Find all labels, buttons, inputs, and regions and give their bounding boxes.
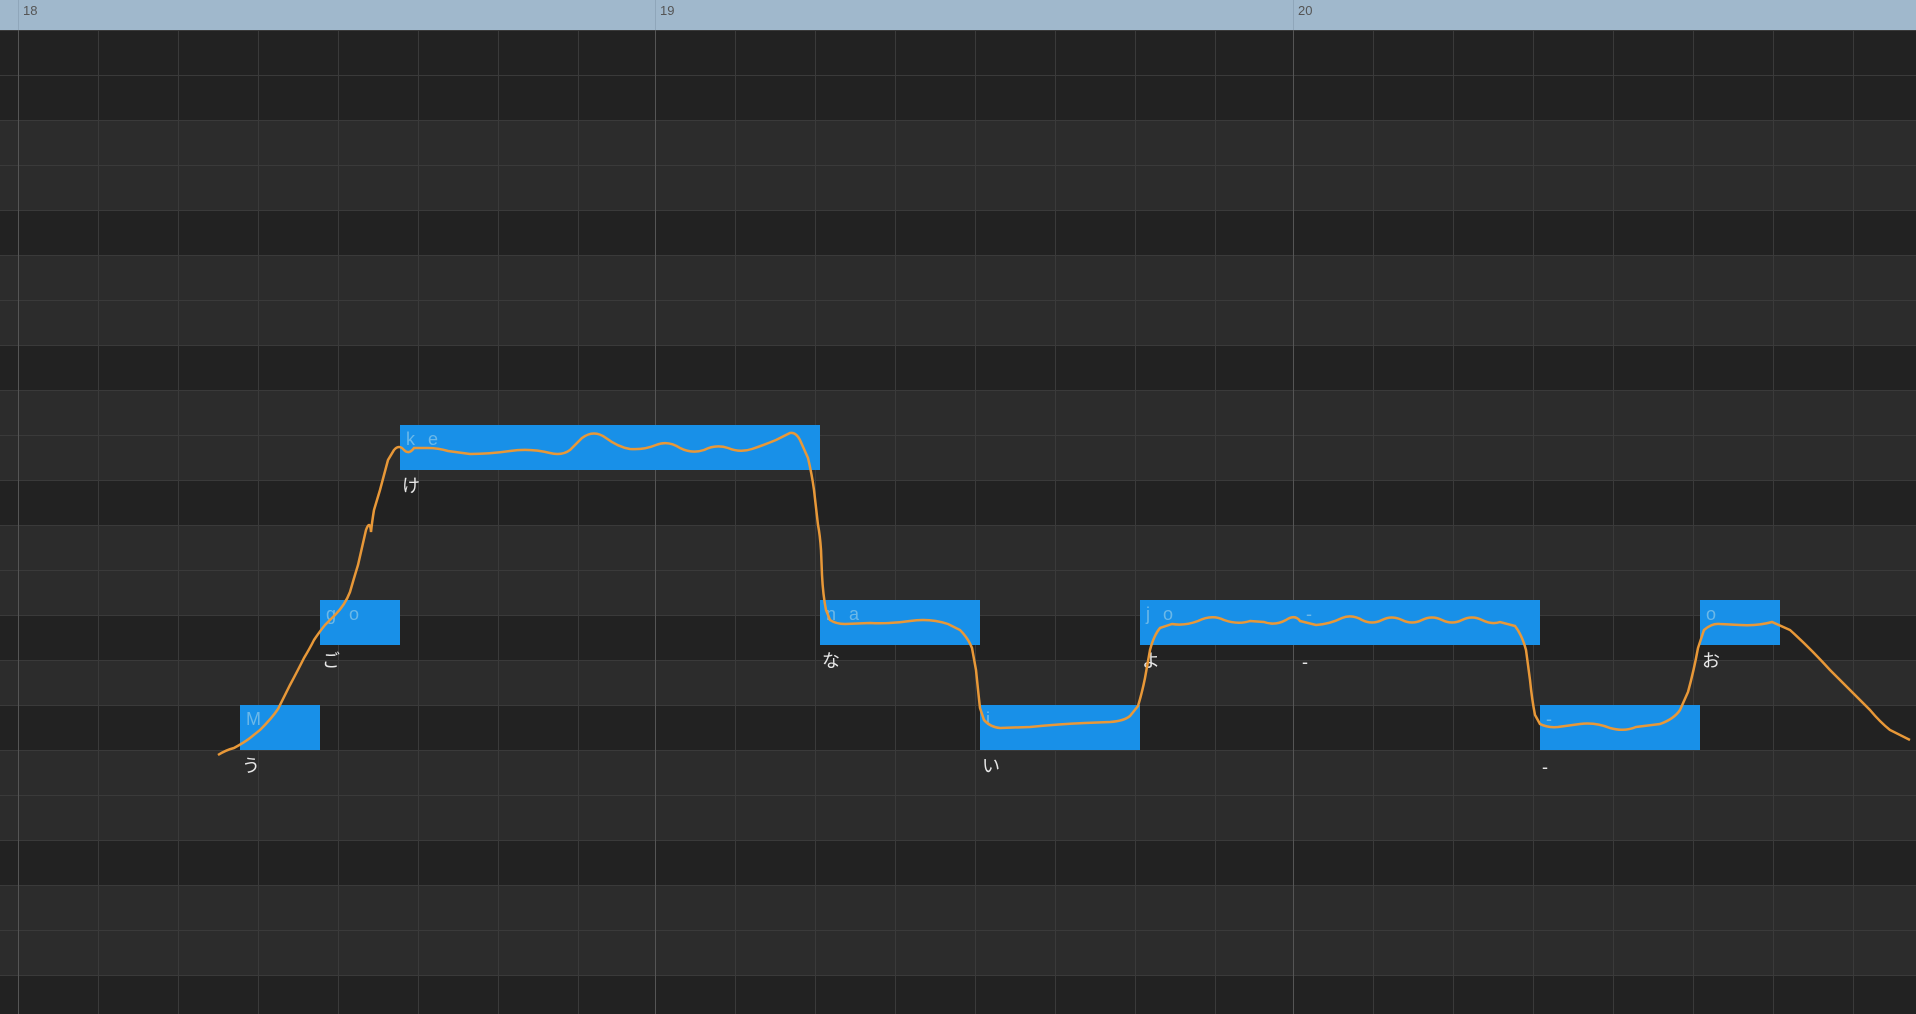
note-lyric[interactable]: - — [1302, 652, 1308, 673]
note-block[interactable]: i い — [980, 705, 1140, 750]
note-lyric[interactable]: け — [402, 472, 420, 498]
note-phoneme: - — [1306, 604, 1316, 625]
piano-row[interactable] — [0, 660, 1916, 705]
piano-row[interactable] — [0, 930, 1916, 975]
beat-line — [338, 30, 339, 1014]
note-phoneme: n a — [826, 604, 863, 625]
beat-line — [1135, 30, 1136, 1014]
note-block[interactable]: - - — [1300, 600, 1540, 645]
beat-line — [98, 30, 99, 1014]
note-phoneme: i — [986, 709, 994, 730]
beat-line — [1773, 30, 1774, 1014]
beat-line — [418, 30, 419, 1014]
note-block[interactable]: o お — [1700, 600, 1780, 645]
piano-row[interactable] — [0, 75, 1916, 120]
beat-line — [815, 30, 816, 1014]
piano-row[interactable] — [0, 255, 1916, 300]
piano-row[interactable] — [0, 300, 1916, 345]
beat-line — [1853, 30, 1854, 1014]
note-block[interactable]: n a な — [820, 600, 980, 645]
piano-row[interactable] — [0, 840, 1916, 885]
note-block[interactable]: - - — [1540, 705, 1700, 750]
beat-line — [18, 30, 19, 1014]
beat-line — [975, 30, 976, 1014]
note-phoneme: j o — [1146, 604, 1177, 625]
piano-row[interactable] — [0, 210, 1916, 255]
piano-row[interactable] — [0, 750, 1916, 795]
piano-row[interactable] — [0, 885, 1916, 930]
beat-line — [1293, 30, 1294, 1014]
beat-line — [258, 30, 259, 1014]
piano-row[interactable] — [0, 435, 1916, 480]
piano-row[interactable] — [0, 345, 1916, 390]
beat-line — [1693, 30, 1694, 1014]
beat-line — [1373, 30, 1374, 1014]
beat-line — [178, 30, 179, 1014]
piano-row[interactable] — [0, 30, 1916, 75]
beat-line — [655, 30, 656, 1014]
note-lyric[interactable]: う — [242, 752, 260, 778]
note-lyric[interactable]: - — [1542, 757, 1548, 778]
note-lyric[interactable]: よ — [1142, 647, 1160, 673]
note-lyric[interactable]: ご — [322, 647, 340, 673]
timeline-ruler[interactable]: 18 19 20 — [0, 0, 1916, 30]
beat-line — [578, 30, 579, 1014]
timeline-marker: 20 — [1293, 0, 1312, 30]
vocal-editor[interactable]: 18 19 20 M う g o ご k e け n a な i い j o よ… — [0, 0, 1916, 1014]
timeline-marker: 19 — [655, 0, 674, 30]
note-lyric[interactable]: お — [1702, 647, 1720, 673]
note-block[interactable]: j o よ — [1140, 600, 1300, 645]
note-lyric[interactable]: い — [982, 752, 1000, 778]
note-phoneme: g o — [326, 604, 363, 625]
piano-row[interactable] — [0, 165, 1916, 210]
beat-line — [1613, 30, 1614, 1014]
timeline-marker: 18 — [18, 0, 37, 30]
beat-line — [1055, 30, 1056, 1014]
note-block[interactable]: M う — [240, 705, 320, 750]
note-block[interactable]: k e け — [400, 425, 820, 470]
piano-row[interactable] — [0, 120, 1916, 165]
beat-line — [735, 30, 736, 1014]
note-phoneme: k e — [406, 429, 442, 450]
piano-row[interactable] — [0, 390, 1916, 435]
note-block[interactable]: g o ご — [320, 600, 400, 645]
beat-line — [498, 30, 499, 1014]
piano-roll-grid[interactable] — [0, 30, 1916, 1014]
piano-row[interactable] — [0, 525, 1916, 570]
beat-line — [1453, 30, 1454, 1014]
beat-line — [895, 30, 896, 1014]
note-lyric[interactable]: な — [822, 647, 840, 673]
note-phoneme: - — [1546, 709, 1556, 730]
piano-row[interactable] — [0, 975, 1916, 1014]
piano-row[interactable] — [0, 795, 1916, 840]
piano-row[interactable] — [0, 480, 1916, 525]
beat-line — [1215, 30, 1216, 1014]
note-phoneme: M — [246, 709, 265, 730]
note-phoneme: o — [1706, 604, 1720, 625]
beat-line — [1533, 30, 1534, 1014]
